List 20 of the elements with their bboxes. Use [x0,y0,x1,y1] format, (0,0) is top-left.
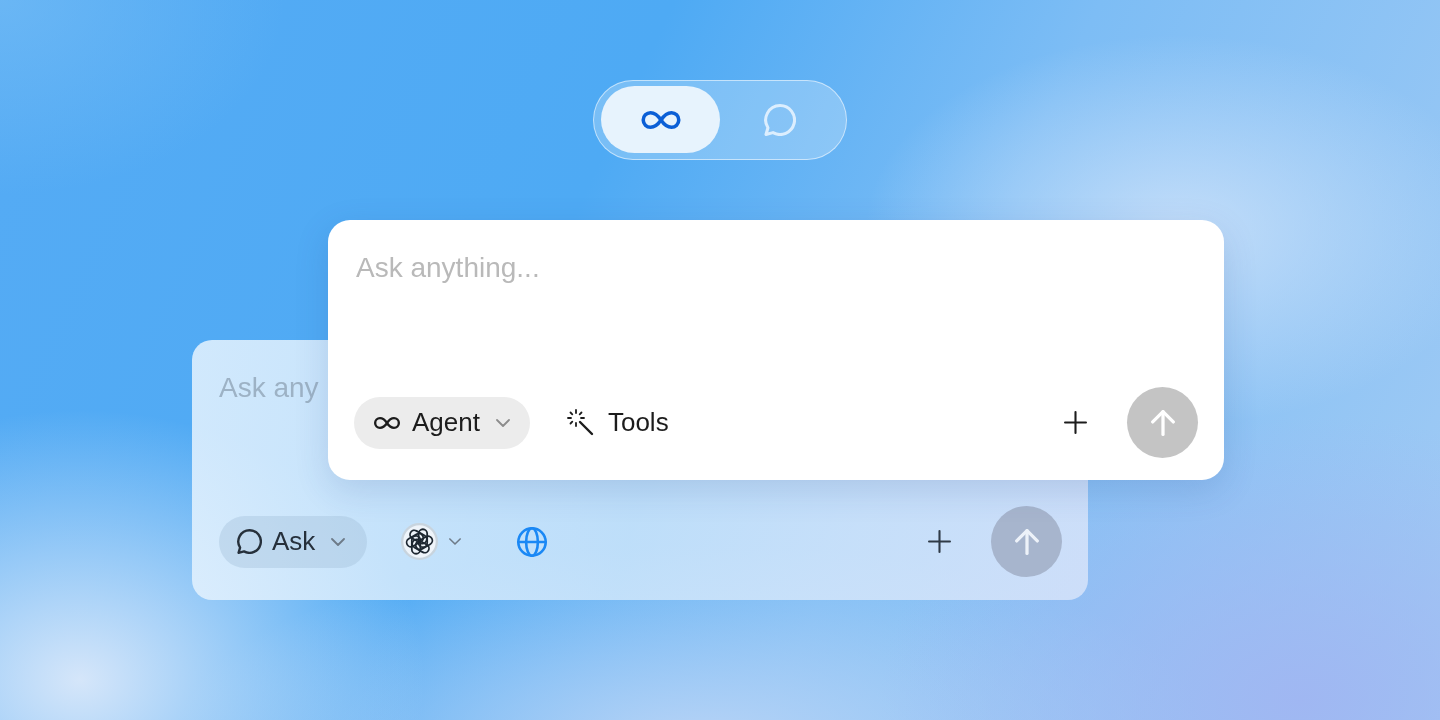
magic-wand-icon [566,409,594,436]
chevron-down-icon [331,537,346,546]
mode-dropdown[interactable]: Ask [219,515,368,568]
infinity-icon [373,415,401,430]
speech-bubble-icon [237,529,262,554]
mode-dropdown[interactable]: Agent [354,396,530,449]
arrow-up-icon [1013,528,1040,555]
globe-button[interactable] [517,526,548,557]
mode-tab[interactable] [601,86,720,153]
arrow-up-icon [1149,409,1176,436]
message-field[interactable]: Ask anything... [356,248,1196,288]
model-dropdown[interactable] [401,523,462,560]
speech-bubble-icon [763,103,796,136]
plus-icon [927,530,951,553]
knot-icon [401,523,439,560]
tools-button[interactable]: Tools [566,407,669,438]
plus-icon [1063,411,1087,434]
chevron-down-icon [449,538,462,545]
chevron-down-icon [495,418,510,427]
infinity-icon [639,109,682,130]
